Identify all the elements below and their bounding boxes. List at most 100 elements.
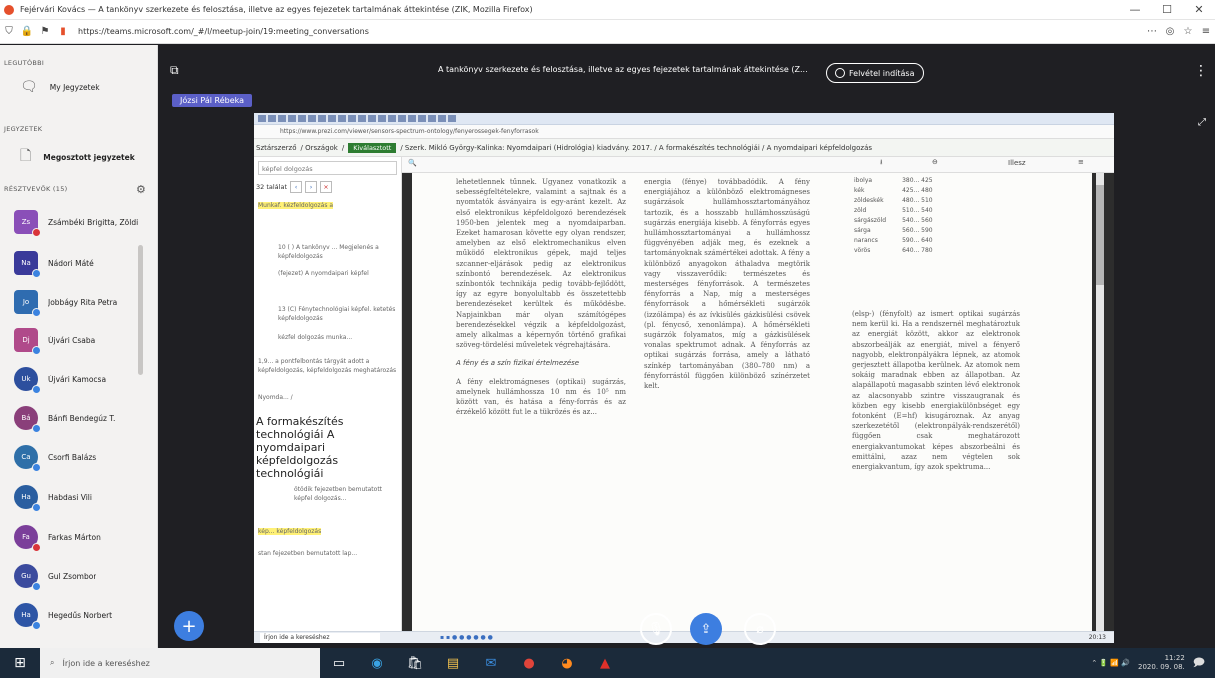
settings-gear-icon[interactable]: ⚙ xyxy=(136,183,146,196)
maximize-button[interactable]: ☐ xyxy=(1151,3,1183,16)
bookmark-star-icon[interactable]: ☆ xyxy=(1179,26,1197,37)
shared-screen: https://www.prezi.com/viewer/sensors-spe… xyxy=(254,113,1114,643)
participant-item[interactable]: Ca Csorfi Balázs xyxy=(14,445,97,472)
participant-name: Habdasi Vili xyxy=(48,492,92,502)
shared-pdf-toolbar: 🔍 ⭳ ⊖ Illesz ≡ xyxy=(402,157,1114,173)
participant-item[interactable]: Bá Bánfi Bendegúz T. xyxy=(14,406,115,433)
participant-name: Hegedűs Norbert xyxy=(48,610,113,620)
side-bottom-0: ötödik fejezetben bemutatott képfel dolg… xyxy=(294,486,383,502)
notification-icon[interactable]: 🗩 xyxy=(1193,654,1205,673)
participant-name: Csorfi Balázs xyxy=(48,452,97,462)
shared-search-sidebar: képfel dolgozás 32 találat ‹ › × Munkaf.… xyxy=(254,157,402,631)
url-field[interactable]: https://teams.microsoft.com/_#/l/meetup-… xyxy=(72,23,1143,41)
permissions-icon[interactable]: ⚑ xyxy=(36,26,54,37)
avatar: Ha xyxy=(14,603,41,630)
windows-search-box[interactable]: ⌕ Írjon ide a kereséshez xyxy=(40,648,320,678)
lock-icon[interactable]: 🔒 xyxy=(18,26,36,37)
more-icon[interactable]: ⋯ xyxy=(1143,26,1161,37)
close-button[interactable]: ✕ xyxy=(1183,3,1215,16)
participant-item[interactable]: Uk Újvári Kamocsa xyxy=(14,367,107,394)
participant-item[interactable]: Gu Gul Zsombor xyxy=(14,564,96,591)
participant-item[interactable]: Ha Habdasi Vili xyxy=(14,485,92,512)
participant-item[interactable]: Jo Jobbágy Rita Petra xyxy=(14,290,118,317)
recent-item[interactable]: 🗨 My Jegyzetek xyxy=(20,79,100,95)
shield-icon[interactable]: ⛉ xyxy=(0,26,18,37)
windows-taskbar: ⊞ ⌕ Írjon ide a kereséshez ▭ ◉ 🛍 ▤ ✉ ● ◕… xyxy=(0,648,1215,678)
camera-off-icon[interactable]: ⌀ xyxy=(744,613,776,645)
close-search-icon: × xyxy=(320,181,332,193)
participant-item[interactable]: Dj Újvári Csaba xyxy=(14,328,95,355)
wavelength-row: vörös 640... 780 xyxy=(854,247,947,255)
system-tray: ⌃ 🔋 📶 🔊 11:22 2020. 09. 08. 🗩 xyxy=(1091,648,1215,678)
hamburger-menu-icon[interactable]: ≡ xyxy=(1197,26,1215,37)
share-screen-icon[interactable]: ⇪ xyxy=(690,613,722,645)
mail-icon[interactable]: ✉ xyxy=(472,656,510,671)
status-badge xyxy=(32,463,41,472)
camera-indicator-icon[interactable]: ▮ xyxy=(54,26,72,37)
wavelength-cell: 480... 510 xyxy=(902,197,933,204)
task-view-icon[interactable]: ▭ xyxy=(320,656,358,671)
status-badge xyxy=(32,269,41,278)
participant-item[interactable]: Na Nádori Máté xyxy=(14,251,94,278)
participant-item[interactable]: Zs Zsámbéki Brigitta, Zöldi xyxy=(14,210,138,237)
color-name-cell: kék xyxy=(854,187,865,194)
doc-column-2: energia (fénye) továbbadódik. A fény ene… xyxy=(644,178,810,391)
participant-name: Újvári Kamocsa xyxy=(48,374,107,384)
pocket-icon[interactable]: ◎ xyxy=(1161,26,1179,37)
participant-name: Nádori Máté xyxy=(48,258,94,268)
participant-item[interactable]: Fa Farkas Márton xyxy=(14,525,101,552)
window-title: Fejérvári Kovács — A tankönyv szerkezete… xyxy=(20,5,533,14)
notes-item[interactable]: 🗋 Megosztott jegyzetek xyxy=(20,145,135,169)
wavelength-cell: 510... 540 xyxy=(902,207,933,214)
mute-microphone-icon[interactable]: 🎙 xyxy=(640,613,672,645)
status-badge xyxy=(32,543,41,552)
store-icon[interactable]: 🛍 xyxy=(396,656,434,671)
file-explorer-icon[interactable]: ▤ xyxy=(434,656,472,671)
doc-heading: A fény és a szín fizikai értelmezése xyxy=(456,359,580,368)
more-options-icon[interactable]: ⋮ xyxy=(1194,63,1208,79)
participant-item[interactable]: Ha Hegedűs Norbert xyxy=(14,603,113,630)
shared-url: https://www.prezi.com/viewer/sensors-spe… xyxy=(254,125,1114,139)
screen-root: Fejérvári Kovács — A tankönyv szerkezete… xyxy=(0,0,1215,678)
color-name-cell: sárgászöld xyxy=(854,217,887,224)
crumb-2: / xyxy=(341,143,345,152)
fullscreen-icon[interactable]: ⤢ xyxy=(1198,117,1206,128)
color-name-cell: vörös xyxy=(854,247,871,254)
tray-icons[interactable]: ⌃ 🔋 📶 🔊 xyxy=(1091,659,1130,667)
participant-name: Jobbágy Rita Petra xyxy=(48,297,118,307)
shared-breadcrumb: Sztárszerző / Országok / Kiválasztott / … xyxy=(254,139,1114,157)
edge-icon[interactable]: ◉ xyxy=(358,656,396,671)
start-recording-button[interactable]: Felvétel indítása xyxy=(826,63,924,83)
windows-start-icon[interactable]: ⊞ xyxy=(0,655,40,671)
add-button[interactable]: + xyxy=(174,611,204,641)
tray-clock[interactable]: 11:22 2020. 09. 08. xyxy=(1138,654,1185,672)
chrome-icon[interactable]: ● xyxy=(510,656,548,671)
minimize-button[interactable]: — xyxy=(1119,3,1151,16)
shared-search-field: képfel dolgozás xyxy=(258,161,397,175)
tray-date: 2020. 09. 08. xyxy=(1138,663,1185,671)
avatar: Uk xyxy=(14,367,41,394)
shared-taskbar: Írjon ide a kereséshez ▪ ▪ ● ● ● ● ● ● 2… xyxy=(254,631,1114,643)
wavelength-row: narancs 590... 640 xyxy=(854,237,947,245)
side-result-3: 13 (C) Fénytechnológiai képfel. ketetés … xyxy=(278,306,396,322)
side-result-4: kézfel dolgozás munka... xyxy=(278,334,353,341)
acrobat-icon[interactable]: ▲ xyxy=(586,656,624,671)
wavelength-cell: 640... 780 xyxy=(902,247,933,254)
shared-search-nav: 32 találat ‹ › × xyxy=(256,181,332,193)
wavelength-cell: 540... 560 xyxy=(902,217,933,224)
document-page: lehetetlennek tűnnek. Ugyanez vonatkozik… xyxy=(412,173,1092,631)
rail-scrollbar[interactable] xyxy=(138,245,143,375)
wavelength-row: sárgászöld 540... 560 xyxy=(854,217,947,225)
wavelength-table: ibolya 380... 425 kék 425... 480 zöldeskék 48… xyxy=(852,175,949,257)
status-badge xyxy=(32,424,41,433)
firefox-taskbar-icon[interactable]: ◕ xyxy=(548,656,586,671)
browser-titlebar: Fejérvári Kovács — A tankönyv szerkezete… xyxy=(0,0,1215,20)
meeting-chat-icon[interactable]: ⧉ xyxy=(170,63,179,78)
shared-taskbar-apps: ▪ ▪ ● ● ● ● ● ● xyxy=(440,634,493,641)
firefox-icon xyxy=(4,4,14,15)
crumb-1: / Országok xyxy=(300,143,338,152)
section-recent-label: LEGUTÓBBI xyxy=(4,59,45,67)
avatar: Bá xyxy=(14,406,41,433)
side-result-1: 10 ( ) A tankönyv ... Megjelenés a képfe… xyxy=(278,244,379,260)
wavelength-cell: 380... 425 xyxy=(902,177,933,184)
